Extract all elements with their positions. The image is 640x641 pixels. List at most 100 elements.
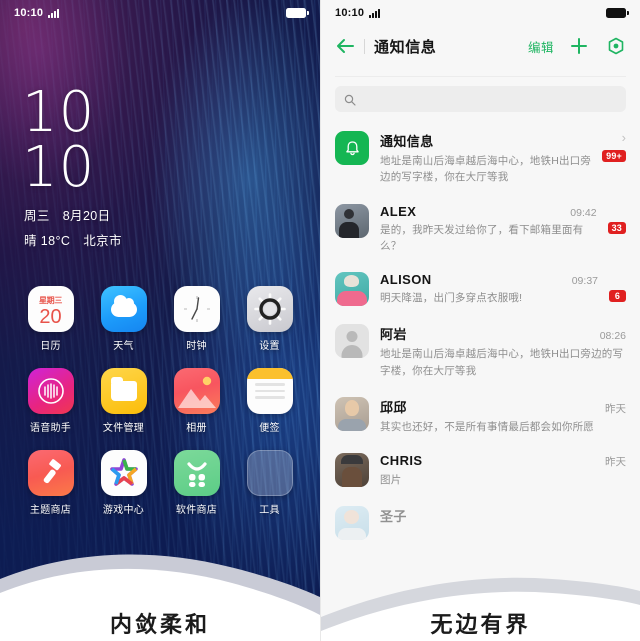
avatar (335, 396, 369, 431)
app-label: 主题商店 (29, 505, 72, 516)
contact-name: 通知信息 (380, 134, 434, 149)
message-content: 通知信息 地址是南山后海卓越后海中心，地铁H出口旁边的写字楼，你在大厅等我 (380, 131, 591, 186)
list-item[interactable]: 圣子 (321, 497, 640, 549)
message-time: 09:37 (571, 275, 598, 288)
list-item[interactable]: 邱邱 昨天 其实也还好，不是所有事情最后都会如你所愿 (321, 388, 640, 444)
message-header: 阿岩 08:26 (380, 324, 626, 343)
target-icon[interactable] (606, 36, 626, 56)
avatar (335, 506, 369, 541)
list-item[interactable]: ALISON 09:37 明天降温，出门多穿点衣服哦! 6 (321, 263, 640, 315)
navigation-bar: 通知信息 编辑 (321, 26, 640, 66)
avatar (335, 453, 369, 488)
lock-date-text: 周三 8月20日 (24, 209, 111, 223)
message-header: ALISON 09:37 (380, 272, 598, 287)
app-label: 语音助手 (29, 423, 72, 434)
app-file-manager[interactable]: 文件管理 (87, 368, 160, 434)
app-calendar[interactable]: 星期三 20 日历 (14, 286, 87, 352)
lock-clock-minute: 10 (22, 134, 96, 200)
right-status-left: 10:10 (335, 7, 381, 19)
voice-assistant-icon (27, 368, 74, 414)
message-header: 邱邱 昨天 (380, 397, 626, 416)
lock-weather-text: 晴 18°C 北京市 (24, 234, 122, 248)
app-label: 时钟 (186, 341, 207, 352)
app-game-center[interactable]: 游戏中心 (87, 450, 160, 516)
app-theme-store[interactable]: 主题商店 (14, 450, 87, 516)
list-item[interactable]: 阿岩 08:26 地址是南山后海卓越后海中心，地铁H出口旁边的写字楼，你在大厅等… (321, 315, 640, 388)
chevron-right-icon[interactable]: › (622, 131, 626, 144)
app-tools-folder[interactable]: 工具 (233, 450, 306, 516)
lock-clock: 10 10 (22, 80, 96, 200)
message-content: 阿岩 08:26 地址是南山后海卓越后海中心，地铁H出口旁边的写字楼，你在大厅等… (380, 324, 626, 379)
weather-icon (100, 286, 147, 332)
message-header: ALEX 09:42 (380, 204, 597, 219)
app-clock[interactable]: 时钟 (160, 286, 233, 352)
message-time: 08:26 (599, 330, 626, 343)
calendar-day: 20 (39, 306, 62, 328)
message-content: 圣子 (380, 506, 626, 528)
message-meta: 6 (609, 272, 626, 303)
app-photos[interactable]: 相册 (160, 368, 233, 434)
contact-name: ALISON (380, 272, 432, 288)
game-center-icon (100, 450, 147, 496)
message-time: 昨天 (605, 402, 626, 415)
edit-button[interactable]: 编辑 (528, 37, 554, 56)
app-label: 设置 (259, 341, 280, 352)
message-header: 通知信息 (380, 131, 591, 150)
app-label: 游戏中心 (102, 505, 145, 516)
app-voice-assistant[interactable]: 语音助手 (14, 368, 87, 434)
lock-clock-hour: 10 (22, 80, 96, 145)
app-label: 软件商店 (175, 505, 218, 516)
app-label: 文件管理 (102, 423, 145, 434)
unread-badge: 99+ (602, 150, 626, 162)
message-meta: 33 (607, 204, 626, 234)
unread-badge: 6 (609, 290, 626, 303)
battery-icon (606, 8, 629, 18)
app-app-store[interactable]: 软件商店 (160, 450, 233, 516)
plus-icon[interactable] (569, 36, 589, 56)
bell-icon (335, 131, 369, 165)
list-item[interactable]: ALEX 09:42 是的，我昨天发过给你了，看下邮箱里面有么？ 33 (321, 195, 640, 264)
message-preview: 其实也还好，不是所有事情最后都会如你所愿 (380, 420, 594, 433)
message-content: CHRIS 昨天 图片 (380, 453, 626, 488)
message-meta: › 99+ (602, 131, 626, 162)
message-preview: 地址是南山后海卓越后海中心，地铁H出口旁边的写字楼，你在大厅等我 (380, 155, 592, 184)
right-phone-screen: 10:10 通知信息 编辑 通知信息 地址是南山后海卓越后海中心，地铁H出口旁边… (320, 0, 640, 641)
tools-folder-icon (246, 450, 293, 496)
battery-icon (286, 8, 309, 18)
app-label: 日历 (40, 341, 61, 352)
message-preview: 图片 (380, 474, 402, 487)
calendar-weekday: 星期三 (38, 296, 63, 305)
app-store-icon (173, 450, 220, 496)
settings-icon (246, 286, 293, 332)
app-label: 相册 (186, 423, 207, 434)
app-weather[interactable]: 天气 (87, 286, 160, 352)
file-manager-icon (100, 368, 147, 414)
avatar (335, 203, 369, 238)
right-caption: 无边有界 (430, 613, 531, 638)
unread-badge: 33 (607, 221, 626, 234)
message-preview: 地址是南山后海卓越后海中心，地铁H出口旁边的写字楼，你在大厅等我 (380, 348, 624, 377)
message-content: 邱邱 昨天 其实也还好，不是所有事情最后都会如你所愿 (380, 397, 626, 435)
back-arrow-icon[interactable] (335, 36, 355, 56)
search-input[interactable] (335, 86, 626, 112)
app-notes[interactable]: 便签 (233, 368, 306, 434)
left-phone-screen: 10:10 10 10 周三 8月20日 晴 18°C 北京市 星期三 20 日… (0, 0, 320, 641)
app-settings[interactable]: 设置 (233, 286, 306, 352)
right-status-time: 10:10 (335, 7, 365, 19)
app-label: 工具 (259, 505, 280, 516)
message-time: 昨天 (605, 456, 626, 469)
notes-icon (246, 368, 293, 414)
left-status-bar: 10:10 (0, 0, 320, 26)
right-status-bar: 10:10 (321, 0, 640, 26)
calendar-icon: 星期三 20 (27, 286, 74, 332)
app-grid: 星期三 20 日历 天气 时钟 设置 语音助手 文件管理 相册 便签 主题商店 … (0, 286, 320, 516)
contact-name: CHRIS (380, 453, 423, 469)
list-item[interactable]: CHRIS 昨天 图片 (321, 444, 640, 497)
theme-store-icon (27, 450, 74, 496)
avatar (335, 272, 369, 307)
list-item[interactable]: 通知信息 地址是南山后海卓越后海中心，地铁H出口旁边的写字楼，你在大厅等我 › … (321, 122, 640, 195)
lock-meta: 周三 8月20日 晴 18°C 北京市 (24, 205, 122, 249)
contact-name: 邱邱 (380, 399, 407, 415)
contact-name: 阿岩 (380, 327, 407, 343)
app-label: 便签 (259, 423, 280, 434)
